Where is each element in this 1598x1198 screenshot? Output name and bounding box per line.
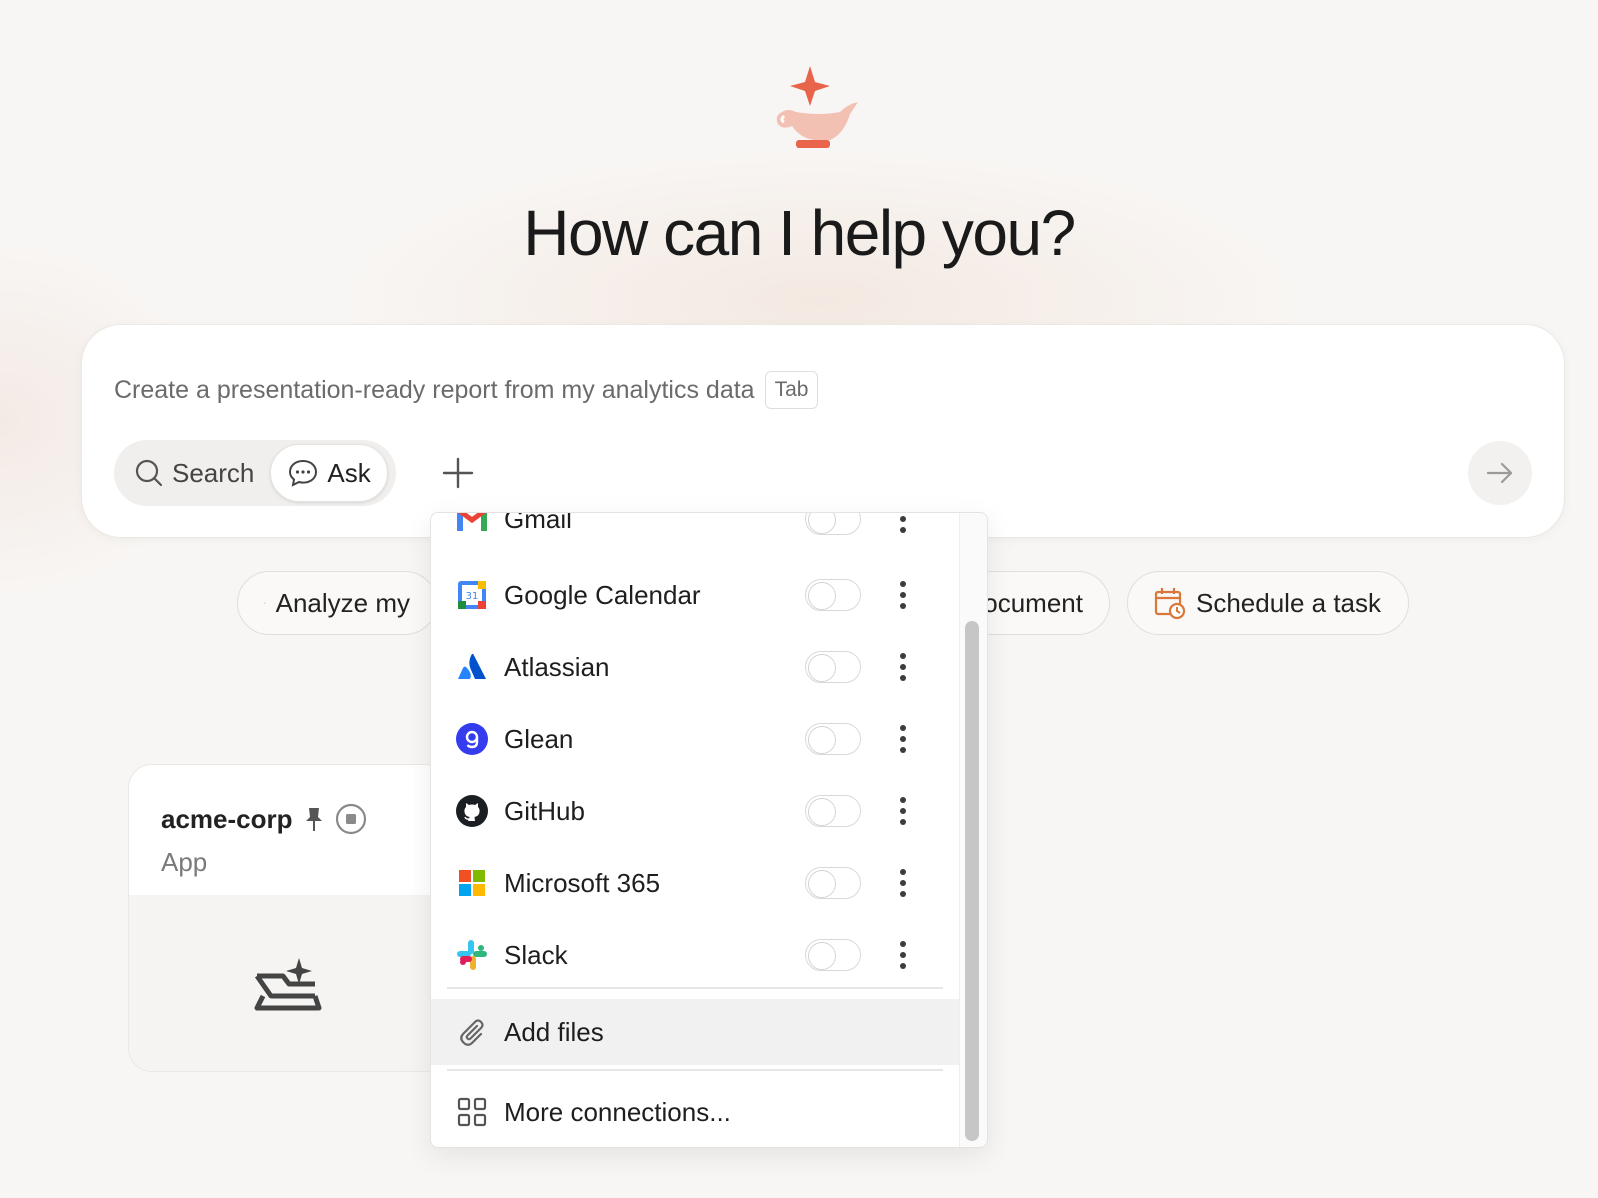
dropdown-scrollbar-track[interactable]	[959, 513, 987, 1147]
add-attachment-button[interactable]	[430, 445, 486, 501]
more-options-icon[interactable]	[891, 863, 915, 903]
suggestion-chip-document-label: ocument	[983, 587, 1083, 618]
add-files-item[interactable]: Add files	[431, 999, 959, 1065]
connection-item-github[interactable]: GitHub	[431, 775, 959, 847]
project-title-row: acme-corp	[161, 803, 415, 835]
calendar-clock-icon	[1154, 588, 1186, 620]
send-button[interactable]	[1468, 441, 1532, 505]
atlassian-icon	[455, 650, 489, 684]
prompt-composer: Create a presentation-ready report from …	[81, 324, 1565, 538]
connection-label: Atlassian	[504, 651, 610, 682]
more-options-icon[interactable]	[891, 791, 915, 831]
connections-list: Gmail 31 Google Calendar Atlassian Glean…	[431, 512, 959, 1147]
connection-item-glean[interactable]: Glean	[431, 703, 959, 775]
more-options-icon[interactable]	[891, 513, 915, 539]
more-options-icon[interactable]	[891, 719, 915, 759]
ask-mode-label: Ask	[327, 457, 371, 488]
project-title: acme-corp	[161, 803, 293, 834]
prompt-input[interactable]: Create a presentation-ready report from …	[114, 376, 755, 405]
suggestion-chip-schedule-label: Schedule a task	[1196, 587, 1382, 618]
connection-label: Gmail	[504, 512, 572, 534]
more-options-icon[interactable]	[891, 575, 915, 615]
connection-label: Glean	[504, 723, 574, 754]
project-card[interactable]: acme-corp App	[128, 764, 448, 1072]
menu-divider	[447, 987, 943, 989]
prompt-row: Create a presentation-ready report from …	[114, 371, 819, 409]
project-card-header: acme-corp App	[129, 765, 447, 895]
bar-chart-icon	[264, 602, 266, 604]
connection-toggle[interactable]	[805, 723, 861, 755]
stop-circle-icon[interactable]	[335, 803, 367, 835]
connection-item-microsoft-365[interactable]: Microsoft 365	[431, 847, 959, 919]
connection-label: Slack	[504, 939, 568, 970]
github-icon	[455, 794, 489, 828]
search-mode-label: Search	[172, 457, 255, 488]
ask-mode-button[interactable]: Ask	[270, 444, 388, 502]
project-subtitle: App	[161, 847, 208, 877]
connection-label: Google Calendar	[504, 579, 701, 610]
google-calendar-icon: 31	[455, 578, 489, 612]
connection-label: Microsoft 365	[504, 867, 661, 898]
search-mode-button[interactable]: Search	[118, 444, 270, 502]
search-icon	[135, 459, 163, 487]
connection-toggle[interactable]	[805, 795, 861, 827]
dropdown-scrollbar-thumb[interactable]	[965, 621, 979, 1141]
grid-icon	[455, 1095, 489, 1129]
connection-item-gmail[interactable]: Gmail	[431, 512, 959, 555]
add-files-label: Add files	[504, 1016, 604, 1047]
more-options-icon[interactable]	[891, 647, 915, 687]
sparkle-tray-icon	[254, 958, 322, 1011]
app-logo-icon	[770, 64, 870, 154]
connection-item-slack[interactable]: Slack	[431, 919, 959, 991]
connection-toggle[interactable]	[805, 513, 861, 535]
gmail-icon	[455, 513, 489, 536]
connection-item-google-calendar[interactable]: 31 Google Calendar	[431, 559, 959, 631]
connection-label: GitHub	[504, 795, 585, 826]
more-connections-label: More connections...	[504, 1096, 731, 1127]
tab-key-hint: Tab	[764, 371, 819, 409]
suggestion-chip-schedule[interactable]: Schedule a task	[1127, 571, 1409, 635]
glean-icon	[455, 722, 489, 756]
connection-toggle[interactable]	[805, 939, 861, 971]
connection-item-atlassian[interactable]: Atlassian	[431, 631, 959, 703]
slack-icon	[455, 938, 489, 972]
more-options-icon[interactable]	[891, 935, 915, 975]
pin-icon[interactable]	[303, 806, 325, 832]
connection-toggle[interactable]	[805, 579, 861, 611]
project-card-preview	[129, 895, 447, 1071]
menu-divider	[447, 1069, 943, 1071]
svg-text:31: 31	[466, 591, 479, 602]
connection-toggle[interactable]	[805, 867, 861, 899]
connection-toggle[interactable]	[805, 651, 861, 683]
mode-switch: Search Ask	[114, 440, 396, 506]
suggestion-chip-analyze-label: Analyze my	[275, 587, 410, 618]
paperclip-icon	[455, 1015, 489, 1049]
connections-dropdown: Gmail 31 Google Calendar Atlassian Glean…	[430, 512, 988, 1148]
arrow-right-icon	[1486, 462, 1513, 484]
suggestion-chip-analyze[interactable]: Analyze my	[237, 571, 437, 635]
page-title: How can I help you?	[523, 197, 1076, 269]
plus-icon	[442, 457, 474, 489]
chat-bubble-icon	[289, 459, 318, 487]
more-connections-item[interactable]: More connections...	[431, 1079, 959, 1145]
microsoft-icon	[455, 866, 489, 900]
